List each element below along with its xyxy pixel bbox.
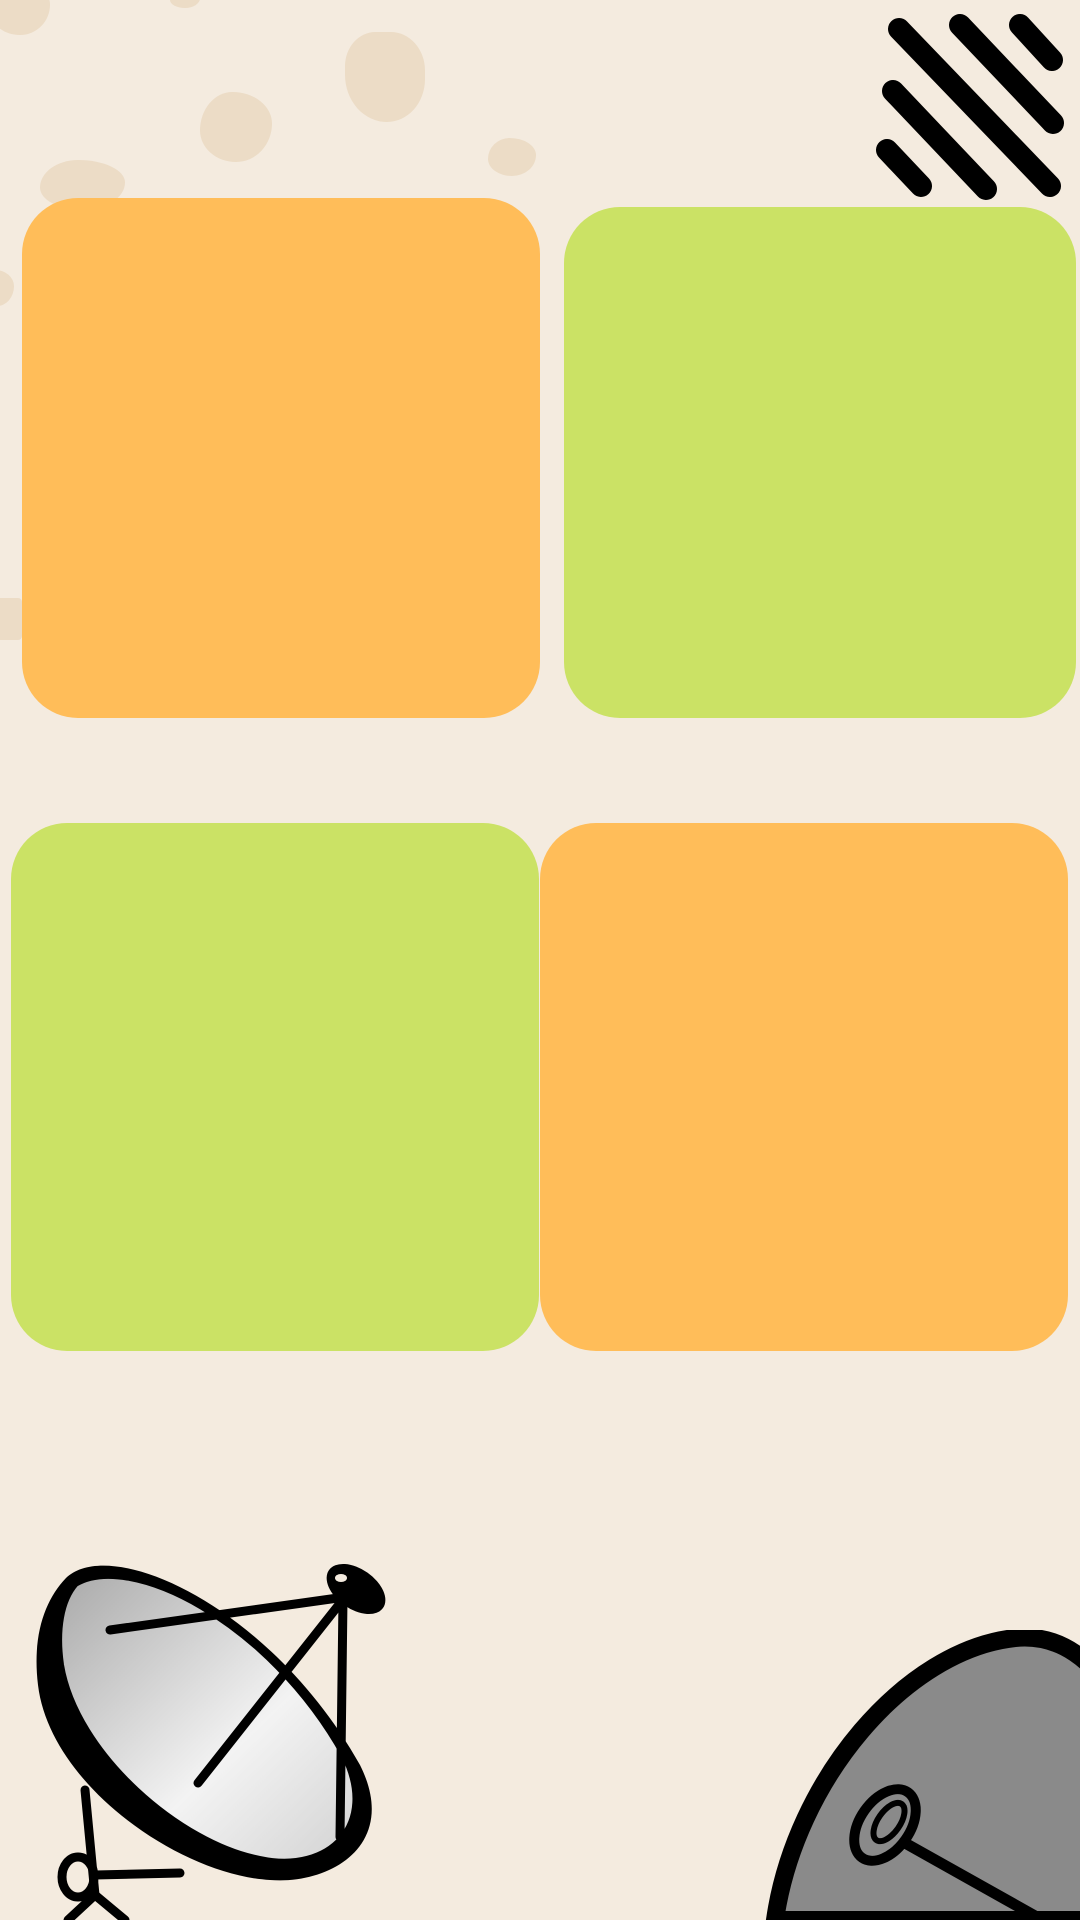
satellite-dish-icon (36, 1563, 386, 1920)
background-blob (345, 32, 425, 122)
background-blob (170, 0, 200, 8)
background-blob (0, 598, 22, 640)
card-tile-bottom-left[interactable] (11, 823, 539, 1351)
satellite-dish-icon (765, 1630, 1080, 1920)
background-blob (0, 0, 50, 35)
card-tile-bottom-right[interactable] (540, 823, 1068, 1351)
memory-game-board (0, 0, 1080, 1920)
card-tile-top-right[interactable] (564, 207, 1076, 718)
diagonal-lines-icon (876, 14, 1064, 200)
card-tile-top-left[interactable] (22, 198, 540, 718)
background-blob (0, 270, 14, 306)
background-blob (488, 138, 536, 176)
background-blob (200, 92, 272, 162)
